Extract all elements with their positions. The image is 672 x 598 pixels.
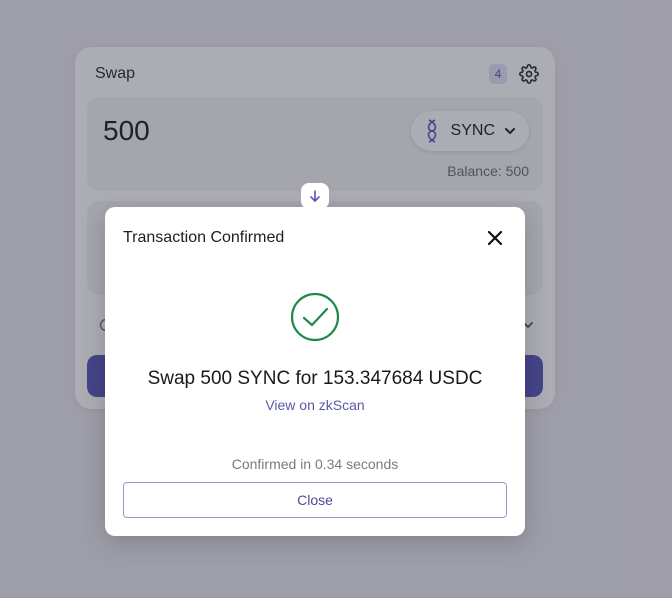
view-on-zkscan-link[interactable]: View on zkScan [265,397,364,413]
switch-direction-button[interactable] [301,183,329,209]
check-circle-icon [290,292,340,342]
close-button[interactable]: Close [123,482,507,518]
arrow-down-icon [310,190,320,202]
confirmation-time-text: Confirmed in 0.34 seconds [231,456,399,472]
modal-title: Transaction Confirmed [123,229,285,246]
transaction-confirmed-modal: Transaction Confirmed Swap 500 SYNC for … [105,207,525,536]
success-indicator [290,292,340,342]
close-icon [487,230,503,246]
view-on-zkscan-link-row: View on zkScan [105,397,525,413]
swap-summary-text: Swap 500 SYNC for 153.347684 USDC [147,368,483,389]
modal-close-icon-button[interactable] [483,226,507,250]
